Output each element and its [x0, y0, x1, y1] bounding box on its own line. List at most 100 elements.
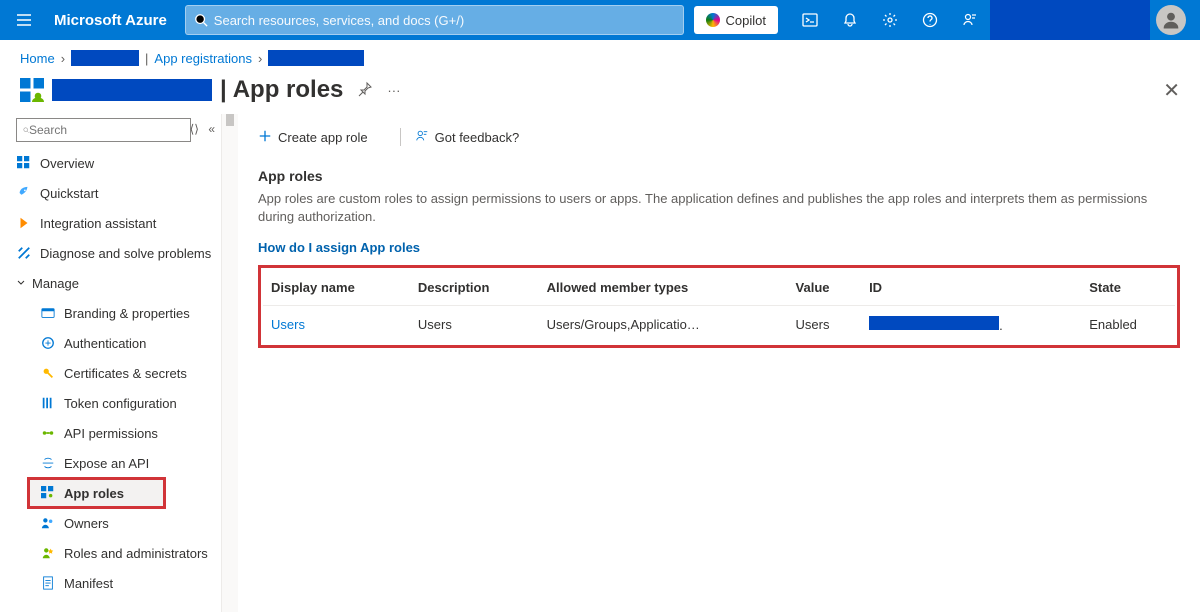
- main-content: Create app role Got feedback? App roles …: [238, 114, 1200, 612]
- token-icon: [40, 395, 56, 411]
- copilot-button[interactable]: Copilot: [694, 6, 778, 34]
- sidebar-collapse-button[interactable]: «: [208, 122, 215, 136]
- got-feedback-button[interactable]: Got feedback?: [415, 129, 520, 146]
- crumb-redacted-2[interactable]: [268, 50, 364, 66]
- row-display-name-link[interactable]: Users: [271, 317, 305, 332]
- diagnose-icon: [16, 245, 32, 261]
- crumb-sep-pipe: |: [145, 51, 148, 66]
- roles-admin-icon: [40, 545, 56, 561]
- crumb-home[interactable]: Home: [20, 51, 55, 66]
- sidebar-item-overview[interactable]: Overview: [0, 148, 221, 178]
- chevron-down-icon: [16, 276, 26, 291]
- sidebar-item-label: Certificates & secrets: [64, 366, 187, 381]
- section-description: App roles are custom roles to assign per…: [258, 190, 1158, 226]
- hamburger-icon: [16, 12, 32, 28]
- global-search[interactable]: [185, 5, 684, 35]
- command-separator: [400, 128, 401, 146]
- manifest-icon: [40, 575, 56, 591]
- app-roles-table: Display name Description Allowed member …: [263, 270, 1175, 343]
- col-value[interactable]: Value: [788, 270, 862, 306]
- feedback-icon: [962, 12, 978, 28]
- sidebar-item-diagnose[interactable]: Diagnose and solve problems: [0, 238, 221, 268]
- crumb-redacted-1[interactable]: [71, 50, 139, 66]
- feedback-person-icon: [415, 129, 429, 146]
- overview-icon: [16, 155, 32, 171]
- sidebar-item-label: App roles: [64, 486, 124, 501]
- cloud-shell-button[interactable]: [790, 0, 830, 40]
- help-icon: [922, 12, 938, 28]
- owners-icon: [40, 515, 56, 531]
- col-id[interactable]: ID: [861, 270, 1081, 306]
- breadcrumb: Home › | App registrations ›: [0, 40, 1200, 70]
- plus-icon: [258, 129, 272, 146]
- sidebar-item-branding[interactable]: Branding & properties: [0, 298, 221, 328]
- sidebar-item-label: Branding & properties: [64, 306, 190, 321]
- sidebar-controls-toggle[interactable]: ⟨⟩: [190, 122, 199, 136]
- hamburger-menu[interactable]: [0, 0, 48, 40]
- sidebar-item-integration[interactable]: Integration assistant: [0, 208, 221, 238]
- tenant-redacted: [990, 0, 1150, 40]
- table-row[interactable]: Users Users Users/Groups,Applicatio… Use…: [263, 306, 1175, 344]
- sidebar-scrollbar[interactable]: [222, 114, 238, 612]
- certificates-icon: [40, 365, 56, 381]
- row-value: Users: [788, 306, 862, 344]
- crumb-app-registrations[interactable]: App registrations: [154, 51, 252, 66]
- sidebar-item-owners[interactable]: Owners: [0, 508, 221, 538]
- page-title: App roles: [233, 76, 344, 104]
- more-button[interactable]: ···: [387, 83, 400, 98]
- branding-icon: [40, 305, 56, 321]
- sidebar-item-manifest[interactable]: Manifest: [0, 568, 221, 598]
- create-app-role-button[interactable]: Create app role: [258, 129, 368, 146]
- notifications-button[interactable]: [830, 0, 870, 40]
- pin-button[interactable]: [357, 81, 373, 100]
- page-header: | App roles ··· ✕: [0, 70, 1200, 114]
- assign-roles-doc-link[interactable]: How do I assign App roles: [258, 240, 420, 255]
- app-roles-table-highlight: Display name Description Allowed member …: [258, 265, 1180, 348]
- app-roles-icon: [40, 485, 56, 501]
- col-state[interactable]: State: [1081, 270, 1175, 306]
- sidebar-item-app-roles[interactable]: App roles: [28, 478, 165, 508]
- top-icon-bar: [790, 0, 990, 40]
- sidebar-search-input[interactable]: [29, 123, 184, 137]
- search-icon: [194, 13, 208, 27]
- authentication-icon: [40, 335, 56, 351]
- top-bar: Microsoft Azure Copilot: [0, 0, 1200, 40]
- sidebar-item-token-config[interactable]: Token configuration: [0, 388, 221, 418]
- sidebar-item-expose-api[interactable]: Expose an API: [0, 448, 221, 478]
- sidebar-search[interactable]: [16, 118, 191, 142]
- row-description: Users: [410, 306, 539, 344]
- row-id-redacted: [869, 316, 999, 330]
- sidebar-item-label: Expose an API: [64, 456, 149, 471]
- sidebar-item-roles-admins[interactable]: Roles and administrators: [0, 538, 221, 568]
- close-blade-button[interactable]: ✕: [1163, 78, 1180, 103]
- col-allowed-types[interactable]: Allowed member types: [539, 270, 788, 306]
- sidebar-collapse-controls: ⟨⟩ «: [184, 122, 215, 136]
- row-id: .: [861, 306, 1081, 344]
- sidebar-item-quickstart[interactable]: Quickstart: [0, 178, 221, 208]
- sidebar-item-authentication[interactable]: Authentication: [0, 328, 221, 358]
- command-bar: Create app role Got feedback?: [258, 120, 1180, 154]
- got-feedback-label: Got feedback?: [435, 130, 520, 145]
- copilot-icon: [706, 13, 720, 27]
- sidebar-item-label: Roles and administrators: [64, 546, 208, 561]
- create-app-role-label: Create app role: [278, 130, 368, 145]
- help-button[interactable]: [910, 0, 950, 40]
- global-search-input[interactable]: [208, 13, 675, 28]
- chevron-right-icon: ›: [258, 51, 262, 66]
- scroll-thumb[interactable]: [226, 114, 234, 126]
- feedback-button[interactable]: [950, 0, 990, 40]
- sidebar-item-label: Integration assistant: [40, 216, 156, 231]
- sidebar-item-certificates[interactable]: Certificates & secrets: [0, 358, 221, 388]
- cloud-shell-icon: [802, 12, 818, 28]
- sidebar-group-manage[interactable]: Manage: [0, 268, 221, 298]
- account-avatar[interactable]: [1156, 5, 1186, 35]
- sidebar-item-api-permissions[interactable]: API permissions: [0, 418, 221, 448]
- settings-button[interactable]: [870, 0, 910, 40]
- col-description[interactable]: Description: [410, 270, 539, 306]
- sidebar-item-label: API permissions: [64, 426, 158, 441]
- page-title-sep: |: [220, 76, 227, 104]
- integration-icon: [16, 215, 32, 231]
- sidebar: ⟨⟩ « Overview Quickstart Integration ass…: [0, 114, 222, 612]
- sidebar-group-label: Manage: [32, 276, 79, 291]
- col-display-name[interactable]: Display name: [263, 270, 410, 306]
